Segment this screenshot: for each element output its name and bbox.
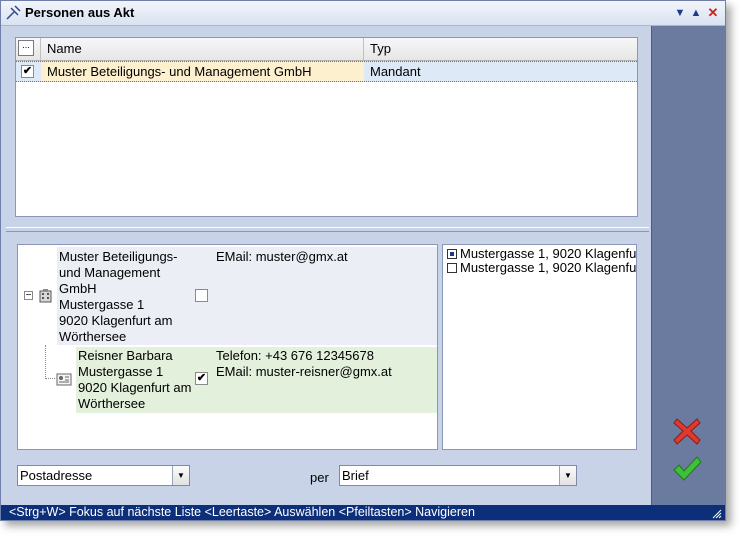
address-list[interactable]: Mustergasse 1, 9020 Klagenfurt Mustergas… — [442, 244, 637, 450]
column-header-typ[interactable]: Typ — [364, 38, 637, 60]
person-street: Mustergasse 1 — [78, 364, 164, 379]
ok-checkmark-icon[interactable] — [671, 453, 703, 485]
window-title: Personen aus Akt — [25, 5, 135, 20]
tree-line — [45, 378, 55, 380]
delivery-value: Brief — [342, 468, 369, 483]
person-city: 9020 Klagenfurt am — [78, 380, 192, 395]
address-radio[interactable] — [447, 249, 457, 259]
cancel-x-icon[interactable] — [671, 415, 703, 447]
person-city: Wörthersee — [78, 396, 146, 411]
select-all-button[interactable]: ... — [18, 40, 34, 56]
title-bar: Personen aus Akt ▼ ▲ ✕ — [1, 1, 725, 26]
person-checkbox[interactable]: ✔ — [195, 372, 208, 385]
person-name: Reisner Barbara — [78, 348, 173, 363]
chevron-down-icon[interactable]: ▼ — [559, 466, 576, 485]
address-label: Mustergasse 1, 9020 Klagenfurt — [460, 260, 637, 275]
status-text: <Strg+W> Fokus auf nächste Liste <Leerta… — [9, 505, 475, 519]
persons-grid[interactable]: ... Name Typ ✔ Muster Beteiligungs- und … — [15, 37, 638, 217]
person-node[interactable]: Reisner Barbara Mustergasse 1 9020 Klage… — [76, 347, 213, 413]
pane-splitter[interactable] — [6, 227, 649, 232]
company-checkbox[interactable] — [195, 289, 208, 302]
resize-grip-icon[interactable] — [712, 509, 722, 519]
select-column-header: ... — [16, 38, 41, 60]
address-radio[interactable] — [447, 263, 457, 273]
company-street: Mustergasse 1 — [59, 297, 145, 312]
minimize-icon[interactable]: ▼ — [674, 6, 686, 20]
maximize-icon[interactable]: ▲ — [690, 6, 702, 20]
building-icon — [39, 289, 52, 303]
status-bar: <Strg+W> Fokus auf nächste Liste <Leerta… — [1, 505, 725, 520]
cell-name: Muster Beteiligungs- und Management GmbH — [41, 62, 364, 81]
grid-header: ... Name Typ — [16, 38, 637, 61]
table-row[interactable]: ✔ Muster Beteiligungs- und Management Gm… — [16, 61, 637, 82]
delivery-select[interactable]: Brief ▼ — [339, 465, 577, 486]
company-city: Wörthersee — [59, 329, 127, 344]
address-type-value: Postadresse — [20, 468, 93, 483]
company-email: EMail: muster@gmx.at — [216, 249, 348, 264]
pin-icon[interactable] — [5, 5, 21, 21]
company-contact: EMail: muster@gmx.at — [213, 247, 437, 345]
company-name-line: GmbH — [59, 281, 97, 296]
list-item[interactable]: Mustergasse 1, 9020 Klagenfurt — [445, 246, 636, 261]
row-checkbox[interactable]: ✔ — [21, 65, 34, 78]
column-header-name[interactable]: Name — [41, 38, 364, 60]
person-contact: Telefon: +43 676 12345678 EMail: muster-… — [213, 347, 437, 413]
address-type-select[interactable]: Postadresse ▼ — [17, 465, 190, 486]
company-name-line: und Management — [59, 265, 161, 280]
person-phone: Telefon: +43 676 12345678 — [216, 348, 374, 363]
tree-line — [45, 345, 47, 379]
person-email: EMail: muster-reisner@gmx.at — [216, 364, 392, 379]
company-city: 9020 Klagenfurt am — [59, 313, 173, 328]
dialog-window: Personen aus Akt ▼ ▲ ✕ ... Name Typ ✔ Mu… — [0, 0, 726, 521]
chevron-down-icon[interactable]: ▼ — [172, 466, 189, 485]
tree-collapse-toggle[interactable]: − — [24, 291, 33, 301]
cell-typ: Mandant — [370, 64, 421, 79]
close-icon[interactable]: ✕ — [707, 6, 719, 20]
company-node[interactable]: Muster Beteiligungs- und Management GmbH… — [57, 247, 213, 345]
list-item[interactable]: Mustergasse 1, 9020 Klagenfurt — [445, 260, 637, 275]
contact-card-icon — [56, 373, 72, 386]
contact-tree[interactable]: − Muster Beteiligungs- und Management Gm… — [17, 244, 438, 450]
company-name-line: Muster Beteiligungs- — [59, 249, 178, 264]
per-label: per — [310, 470, 329, 485]
